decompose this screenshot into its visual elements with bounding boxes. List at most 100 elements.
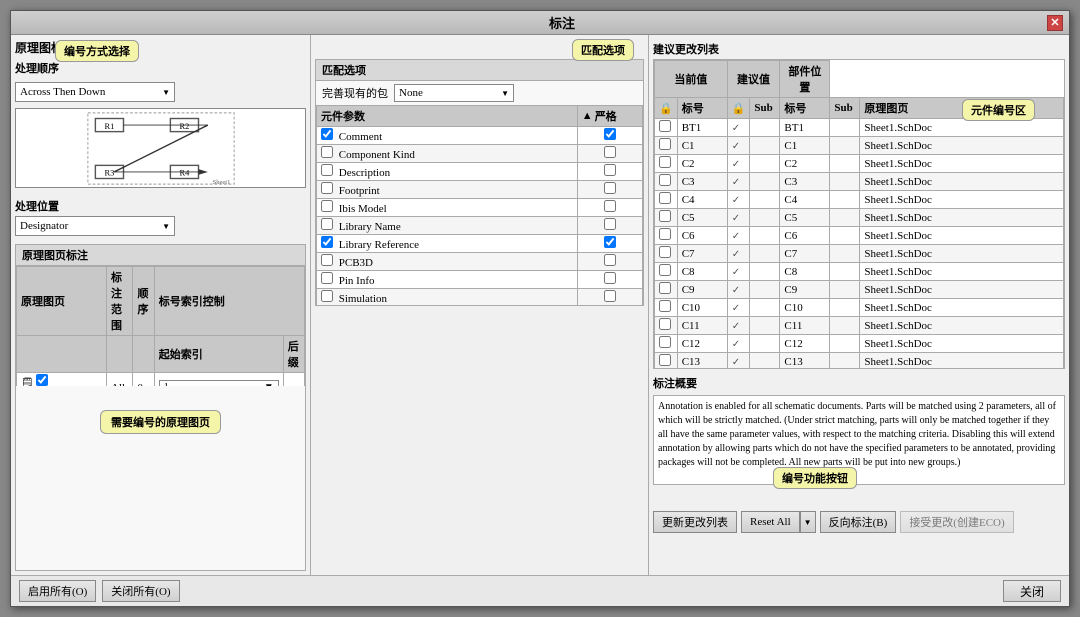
strict-checkbox-5[interactable] [604, 218, 616, 230]
complete-row: 完善现有的包 None ▼ [316, 81, 643, 105]
param-name-9: Simulation [339, 293, 387, 305]
row-check-icon-1: ✓ [732, 141, 740, 152]
strict-checkbox-1[interactable] [604, 146, 616, 158]
strict-checkbox-0[interactable] [604, 128, 616, 140]
row-sub-s-0 [830, 119, 860, 137]
strict-checkbox-6[interactable] [604, 236, 616, 248]
param-row: Pin Info [317, 271, 643, 289]
update-list-button[interactable]: 更新更改列表 [653, 511, 737, 533]
row-check-4[interactable] [659, 192, 671, 204]
complete-dropdown[interactable]: None ▼ [394, 84, 514, 102]
param-checkbox-5[interactable] [321, 218, 333, 230]
col-designator-s: 标号 [780, 98, 830, 119]
close-dialog-button[interactable]: 关闭 [1003, 580, 1061, 602]
row-page-3: Sheet1.SchDoc [860, 173, 1064, 191]
row-check-icon-9: ✓ [732, 285, 740, 296]
callout-numbering-method: 编号方式选择 [55, 40, 139, 62]
row-check-icon-0: ✓ [732, 123, 740, 134]
row-check-icon-6: ✓ [732, 231, 740, 242]
order-dropdown-arrow: ▼ [162, 88, 170, 97]
param-row: Description [317, 163, 643, 181]
param-row: Footprint [317, 181, 643, 199]
sheet-row: 🗒 Sheet1.SchDoc All 0 1 ▼ [17, 373, 305, 387]
strict-checkbox-9[interactable] [604, 290, 616, 302]
param-checkbox-0[interactable] [321, 128, 333, 140]
row-sub-s-11 [830, 317, 860, 335]
row-current-0: BT1 [677, 119, 727, 137]
sheet-icon: 🗒 [21, 378, 34, 386]
row-check-2[interactable] [659, 156, 671, 168]
right-table-row: C13 ✓ C13 Sheet1.SchDoc [655, 353, 1064, 370]
row-current-11: C11 [677, 317, 727, 335]
complete-arrow: ▼ [501, 89, 509, 98]
row-sub-c-4 [750, 191, 780, 209]
row-page-2: Sheet1.SchDoc [860, 155, 1064, 173]
row-check-icon-2: ✓ [732, 159, 740, 170]
svg-text:R1: R1 [104, 120, 114, 130]
param-row: Ibis Model [317, 199, 643, 217]
sheet-range: All [107, 373, 133, 387]
row-sub-s-5 [830, 209, 860, 227]
row-check-10[interactable] [659, 300, 671, 312]
strict-checkbox-8[interactable] [604, 272, 616, 284]
row-check-8[interactable] [659, 264, 671, 276]
disable-all-button[interactable]: 关闭所有(O) [102, 580, 179, 602]
row-check-3[interactable] [659, 174, 671, 186]
row-sub-s-3 [830, 173, 860, 191]
order-dropdown[interactable]: Across Then Down ▼ [15, 82, 175, 102]
col-sub-c: Sub [750, 98, 780, 119]
matching-title: 匹配选项 [322, 62, 366, 78]
row-current-10: C10 [677, 299, 727, 317]
row-check-9[interactable] [659, 282, 671, 294]
row-suggested-0: BT1 [780, 119, 830, 137]
param-checkbox-6[interactable] [321, 236, 333, 248]
param-row: PCB3D [317, 253, 643, 271]
row-current-2: C2 [677, 155, 727, 173]
left-panel: 原理图标注配置器 处理顺序 编号方式选择 Across Then Down ▼ [11, 35, 311, 575]
param-checkbox-3[interactable] [321, 182, 333, 194]
start-dropdown[interactable]: 1 ▼ [159, 380, 279, 387]
reset-group: Reset All ▼ [741, 511, 816, 533]
right-table-row: C2 ✓ C2 Sheet1.SchDoc [655, 155, 1064, 173]
row-sub-c-2 [750, 155, 780, 173]
row-check-13[interactable] [659, 354, 671, 366]
row-current-13: C13 [677, 353, 727, 370]
sheet-checkbox[interactable] [36, 374, 48, 386]
row-check-icon-10: ✓ [732, 303, 740, 314]
callout-schematic-page: 需要编号的原理图页 [100, 410, 221, 434]
right-table-row: C1 ✓ C1 Sheet1.SchDoc [655, 137, 1064, 155]
accept-button[interactable]: 接受更改(创建ECO) [900, 511, 1013, 533]
strict-checkbox-2[interactable] [604, 164, 616, 176]
strict-checkbox-4[interactable] [604, 200, 616, 212]
reset-dropdown-arrow[interactable]: ▼ [800, 511, 816, 533]
row-sub-c-7 [750, 245, 780, 263]
param-checkbox-8[interactable] [321, 272, 333, 284]
enable-all-button[interactable]: 启用所有(O) [19, 580, 96, 602]
param-checkbox-1[interactable] [321, 146, 333, 158]
row-check-1[interactable] [659, 138, 671, 150]
param-checkbox-7[interactable] [321, 254, 333, 266]
reverse-button[interactable]: 反向标注(B) [820, 511, 897, 533]
sheet-order: 0 [133, 373, 154, 387]
row-check-5[interactable] [659, 210, 671, 222]
param-checkbox-4[interactable] [321, 200, 333, 212]
location-dropdown[interactable]: Designator ▼ [15, 216, 175, 236]
row-sub-c-1 [750, 137, 780, 155]
row-suggested-11: C11 [780, 317, 830, 335]
row-check-0[interactable] [659, 120, 671, 132]
reset-button[interactable]: Reset All [741, 511, 800, 533]
row-check-6[interactable] [659, 228, 671, 240]
row-sub-s-10 [830, 299, 860, 317]
param-checkbox-2[interactable] [321, 164, 333, 176]
param-checkbox-9[interactable] [321, 290, 333, 302]
row-check-12[interactable] [659, 336, 671, 348]
param-row: Simulation [317, 289, 643, 306]
row-current-3: C3 [677, 173, 727, 191]
close-button[interactable]: ✕ [1047, 15, 1063, 31]
strict-checkbox-7[interactable] [604, 254, 616, 266]
strict-checkbox-3[interactable] [604, 182, 616, 194]
row-check-11[interactable] [659, 318, 671, 330]
row-check-7[interactable] [659, 246, 671, 258]
matching-section: 匹配选项 完善现有的包 None ▼ [315, 59, 644, 306]
param-row: Library Name [317, 217, 643, 235]
